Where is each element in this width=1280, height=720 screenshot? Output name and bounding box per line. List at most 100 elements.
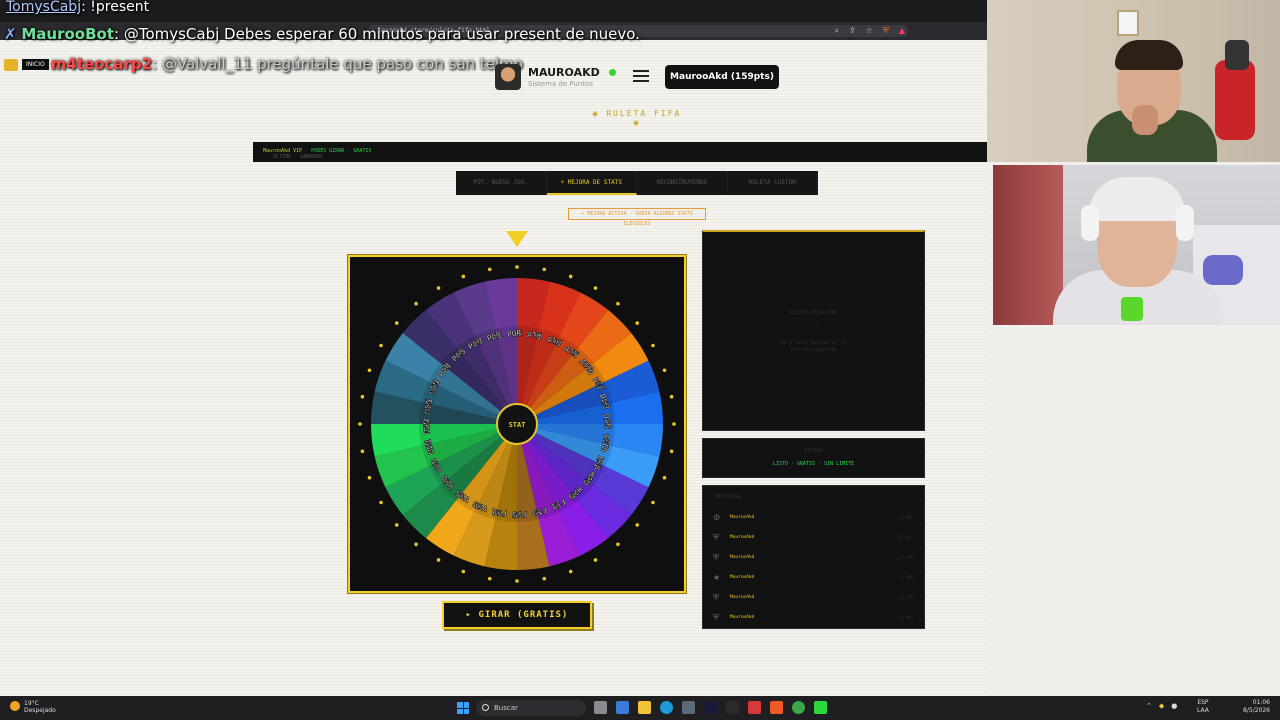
result-title: ÚLTIMO RESULTADO [789,310,838,316]
winner-ticker: ÚLTIMO · GANADOR: MaurooAkd VIP · PODÉS … [253,142,987,162]
clock[interactable]: 01:06 8/5/2026 [1243,699,1270,715]
browser-action-icons: ⌕ ⇪ ☆ ⛨ ▲ [834,26,905,36]
wheel-light-dot [635,321,640,325]
tab-mejora-de-stats[interactable]: + MEJORA DE STATS [546,171,637,195]
wheel-light-dot [414,542,418,547]
wheel-light-dot [461,274,466,279]
task-view-icon[interactable] [594,701,607,714]
shield-icon: ⛨ [713,553,719,562]
fc-app-icon[interactable] [704,701,717,714]
status-value: LISTO · GRATIS · SIN LIMITE [772,461,855,467]
chat-username: m4teocarp2 [50,55,153,73]
tab-ruleta-custom[interactable]: RULETA CUSTOM [728,171,818,195]
globe-icon: ◉ [633,118,641,127]
shield-icon[interactable]: ⛨ [883,26,889,36]
globe-icon: ◉ [592,109,600,118]
chrome-icon[interactable] [792,701,805,714]
history-user: MaurooAkd [730,615,755,620]
history-row: ⛨ MaurooAkd +5 ATK [711,550,917,566]
taskbar-apps [594,701,827,714]
wheel-light-dot [487,267,492,272]
wheel-light-dot [515,265,519,269]
gear-icon: ⚙ [713,513,721,522]
system-tray: ⌃ ◆ ● [1146,702,1177,710]
wheel-light-dot [367,475,372,480]
webcam-feed-1 [987,0,1280,162]
site-name: MAUROAKD [528,66,600,79]
wheel-light-dot [568,569,573,574]
windows-start-icon[interactable] [457,702,469,714]
edge-icon[interactable] [660,701,673,714]
history-user: MaurooAkd [730,535,755,540]
search-placeholder: Buscar [494,704,518,712]
taskbar-search[interactable]: Buscar [476,700,586,716]
wheel-light-dot [515,579,519,583]
game-app-icon[interactable] [814,701,827,714]
mode-notice: + MEJORA ACTIVA · SUBIR ALGUNOS STATS EL… [568,208,706,227]
user-points-button[interactable]: MaurooAkd (159pts) [665,65,779,89]
lang-top: ESP [1197,699,1209,706]
history-row: ⛨ MaurooAkd +3 VEL [711,530,917,546]
language-indicator[interactable]: ESP LAA [1197,699,1209,715]
wheel-light-dot [436,286,441,290]
chat-username: MaurooBot [21,25,115,43]
calendar-icon[interactable] [748,701,761,714]
weather-desc: Despejado [24,707,56,714]
chat-text: : @TomysCabj Debes esperar 60 minutos pa… [114,25,640,43]
calculator-icon[interactable] [682,701,695,714]
wheel-light-dot [360,449,365,454]
history-panel: HISTORIAL ⚙ MaurooAkd +1 DEF ⛨ MaurooAkd +3 V… [702,485,925,629]
page-title-text: RULETA FIFA [606,109,682,118]
history-value: +5 ATK [898,555,913,560]
chat-message: INICIO m4teocarp2: @Valvall_11 pregúntale… [4,55,523,73]
tab-reconstruyendo[interactable]: RECONSTRUYENDO [637,171,728,195]
wheel-light-dot [662,475,667,480]
wheel-light-dot [616,542,620,547]
weather-widget[interactable]: 19°C Despejado [10,700,56,714]
chat-username: TomysCabj [6,0,82,15]
tab-potencial-nuevo-jugador[interactable]: POT. NUEVO JUG. [456,171,547,195]
wheel-light-dot [394,523,399,527]
wheel-light-dot [651,343,655,348]
zoom-icon[interactable]: ⌕ [834,26,838,36]
mm-app-icon[interactable] [726,701,739,714]
weather-temp: 19°C [24,700,39,707]
history-row: ⛨ MaurooAkd +5 MEN [711,610,917,626]
chevron-up-icon[interactable]: ⌃ [1146,702,1152,710]
share-icon[interactable]: ⇪ [849,26,856,36]
search-icon [482,704,489,711]
sword-icon: ✗ [4,25,17,43]
mic-icon[interactable]: ● [1171,702,1177,710]
hamburger-menu-icon[interactable] [633,70,649,82]
wheel-light-dot [651,500,655,505]
webcam-feed-2 [993,165,1280,325]
wheel-pointer-icon [506,231,528,247]
spin-button[interactable]: ▸ GIRAR (GRATIS) [442,601,592,629]
clock-time: 01:06 [1252,699,1270,706]
brave-icon[interactable] [770,701,783,714]
site-logo[interactable] [495,64,521,90]
wheel-light-dot [358,422,362,426]
history-value: +1 DEF [898,515,913,520]
sun-icon [10,701,20,711]
wheel-light-dot [662,368,667,373]
wheel-light-dot [593,286,598,290]
file-explorer-icon[interactable] [638,701,651,714]
wheel-light-dot [436,558,441,562]
star-icon[interactable]: ☆ [866,26,873,36]
wheel-light-dot [379,343,383,348]
triangle-icon[interactable]: ▲ [899,26,905,36]
lang-bottom: LAA [1197,707,1209,714]
app-tray-icon[interactable]: ◆ [1159,702,1164,710]
roulette-wheel[interactable]: +5 ATK+1 ATK+3 ATK+5 ATK+10 DEF+1 DEF+3 … [350,257,684,591]
wheel-light-dot [669,449,674,454]
wheel-light-dot [360,394,365,399]
wheel-light-dot [568,274,573,279]
wheel-light-dot [669,394,674,399]
shield-icon: ⛨ [713,533,719,542]
wheel-light-dot [635,523,640,527]
copilot-icon[interactable] [616,701,629,714]
star-icon: ★ [713,573,721,582]
shield-icon: ⛨ [713,613,719,622]
ticker-prefix: ÚLTIMO · GANADOR: [273,154,325,160]
